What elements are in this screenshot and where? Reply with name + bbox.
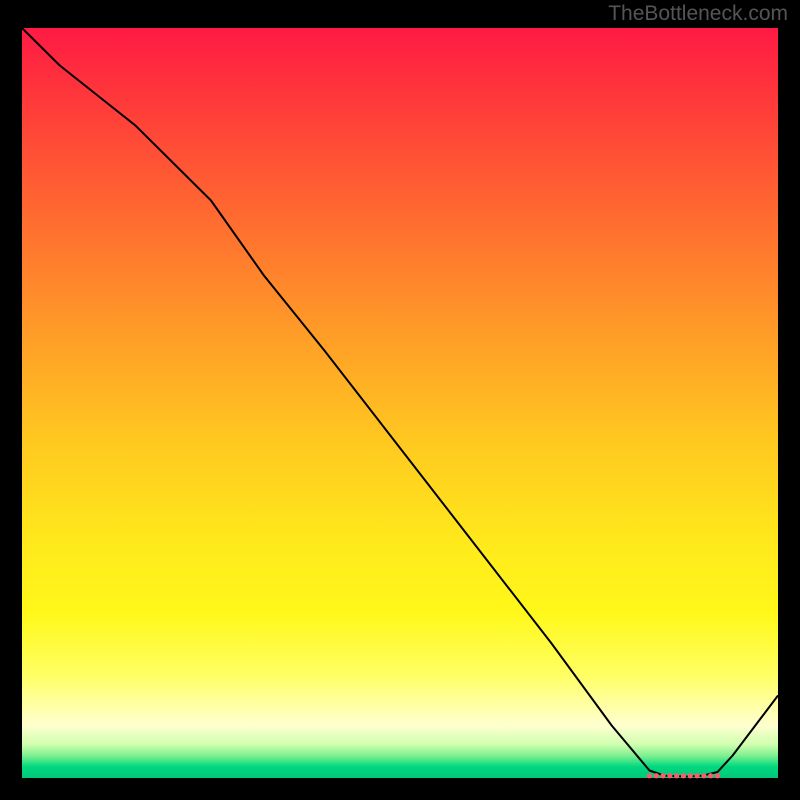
watermark-text: TheBottleneck.com	[608, 2, 788, 26]
plateau-dot	[660, 773, 665, 778]
plateau-dot	[681, 773, 686, 778]
plateau-dot	[647, 773, 652, 778]
plateau-dot	[715, 773, 720, 778]
plateau-dot	[654, 773, 659, 778]
plateau-dot	[708, 773, 713, 778]
plateau-dot	[701, 773, 706, 778]
curve-path	[22, 28, 778, 777]
chart-container: TheBottleneck.com	[0, 0, 800, 800]
plateau-dot	[694, 773, 699, 778]
plateau-dot	[674, 773, 679, 778]
chart-svg	[22, 28, 778, 778]
plot-area	[22, 28, 778, 778]
plateau-markers	[647, 773, 720, 778]
plateau-dot	[667, 773, 672, 778]
plateau-dot	[688, 773, 693, 778]
